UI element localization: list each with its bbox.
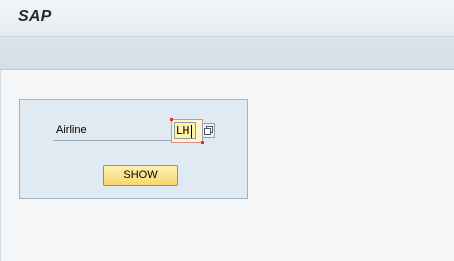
value-help-icon	[204, 126, 213, 135]
airline-label: Airline	[56, 124, 87, 136]
title-bar: SAP	[0, 0, 454, 37]
app-title: SAP	[18, 8, 52, 25]
airline-field-focus-frame	[170, 118, 204, 144]
show-button[interactable]: SHOW	[103, 165, 178, 186]
text-cursor	[191, 125, 192, 138]
airline-input[interactable]	[174, 122, 196, 139]
application-toolbar	[0, 37, 454, 70]
label-underline	[53, 140, 171, 141]
value-help-button[interactable]	[202, 123, 215, 138]
